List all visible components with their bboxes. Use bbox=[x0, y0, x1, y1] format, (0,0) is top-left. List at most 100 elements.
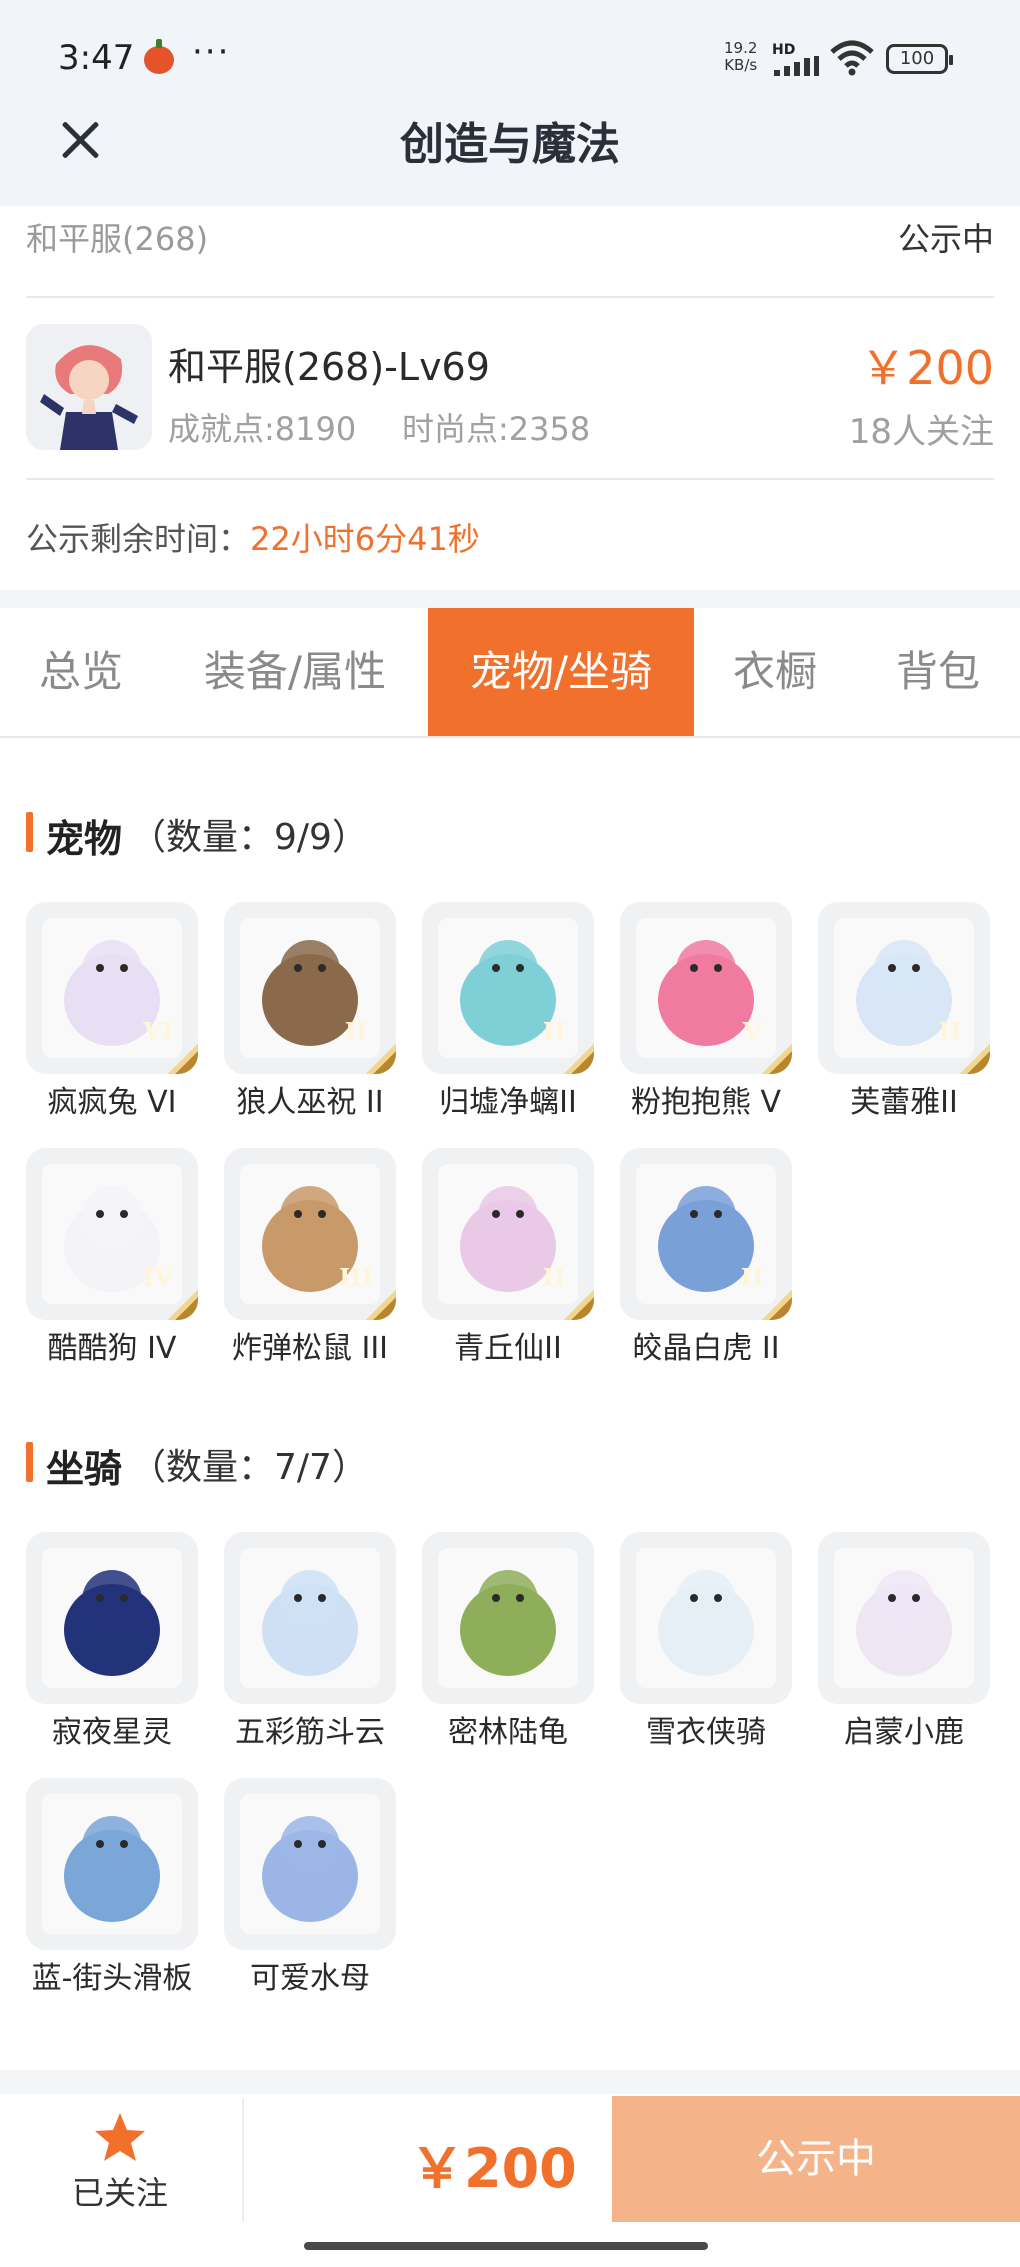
mount-name: 可爱水母 bbox=[250, 1961, 370, 1996]
mount-item[interactable]: 蓝-街头滑板 bbox=[26, 1778, 198, 2002]
star-spirit-icon bbox=[42, 1548, 182, 1688]
listing-price: ￥200 bbox=[860, 341, 994, 395]
tab-wardrobe[interactable]: 衣橱 bbox=[700, 608, 850, 736]
tab-equipment[interactable]: 装备/属性 bbox=[168, 608, 422, 736]
mount-thumbnail bbox=[422, 1532, 594, 1704]
net-speed-unit: KB/s bbox=[724, 56, 758, 74]
divider bbox=[26, 296, 994, 298]
bottom-action-bar: 已关注 ￥200 公示中 bbox=[0, 2094, 1020, 2224]
tab-pets-mounts[interactable]: 宠物/坐骑 bbox=[428, 608, 694, 736]
mount-item[interactable]: 可爱水母 bbox=[224, 1778, 396, 2002]
pet-item[interactable]: II 皎晶白虎 II bbox=[620, 1148, 792, 1372]
pet-thumbnail: III bbox=[224, 1148, 396, 1320]
server-row: 和平服(268) 公示中 bbox=[26, 210, 994, 270]
pet-name: 炸弹松鼠 III bbox=[231, 1331, 389, 1366]
status-time: 3:47 bbox=[58, 38, 135, 78]
jellyfish-icon bbox=[240, 1794, 380, 1934]
pet-name: 皎晶白虎 II bbox=[632, 1331, 780, 1366]
net-speed: 19.2 KB/s bbox=[724, 40, 757, 74]
home-indicator[interactable] bbox=[304, 2242, 708, 2250]
pet-thumbnail: II bbox=[422, 902, 594, 1074]
pet-item[interactable]: V 粉抱抱熊 V bbox=[620, 902, 792, 1126]
divider bbox=[26, 478, 994, 480]
mount-item[interactable]: 五彩筋斗云 bbox=[224, 1532, 396, 1756]
mounts-title: 坐骑 bbox=[46, 1447, 123, 1491]
pet-name: 粉抱抱熊 V bbox=[630, 1085, 782, 1120]
tab-overview[interactable]: 总览 bbox=[0, 608, 162, 736]
mount-item[interactable]: 雪衣侠骑 bbox=[620, 1532, 792, 1756]
pet-item[interactable]: II 青丘仙II bbox=[422, 1148, 594, 1372]
follower-count: 18人关注 bbox=[848, 412, 994, 452]
pet-thumbnail: V bbox=[620, 902, 792, 1074]
rank-badge: III bbox=[330, 1252, 396, 1320]
remaining-time-label: 公示剩余时间： bbox=[26, 520, 251, 558]
mount-name: 蓝-街头滑板 bbox=[31, 1961, 193, 1996]
rank-badge-text: IV bbox=[143, 1263, 173, 1292]
section-gap bbox=[0, 2070, 1020, 2094]
rank-badge-text: II bbox=[542, 1263, 566, 1292]
cloud-icon bbox=[240, 1548, 380, 1688]
pets-count: （数量：9/9） bbox=[130, 817, 368, 858]
section-accent-bar bbox=[26, 812, 33, 852]
pet-item[interactable]: II 芙蕾雅II bbox=[818, 902, 990, 1126]
pet-name: 酷酷狗 IV bbox=[47, 1331, 177, 1366]
mount-thumbnail bbox=[620, 1532, 792, 1704]
rank-badge: II bbox=[528, 1006, 594, 1074]
pet-thumbnail: II bbox=[422, 1148, 594, 1320]
mount-item[interactable]: 寂夜星灵 bbox=[26, 1532, 198, 1756]
section-accent-bar bbox=[26, 1442, 33, 1482]
tab-bar: 总览 装备/属性 宠物/坐骑 衣橱 背包 bbox=[0, 608, 1020, 738]
mount-name: 雪衣侠骑 bbox=[646, 1715, 766, 1750]
rank-badge-text: III bbox=[339, 1263, 373, 1292]
follow-button[interactable]: 已关注 bbox=[0, 2094, 240, 2224]
tortoise-icon bbox=[438, 1548, 578, 1688]
rank-badge: II bbox=[924, 1006, 990, 1074]
page-title: 创造与魔法 bbox=[400, 119, 620, 170]
pet-thumbnail: VI bbox=[26, 902, 198, 1074]
pet-thumbnail: IV bbox=[26, 1148, 198, 1320]
server-name: 和平服(268) bbox=[26, 220, 209, 258]
battery-indicator: 100 bbox=[886, 44, 953, 74]
pet-item[interactable]: III 炸弹松鼠 III bbox=[224, 1148, 396, 1372]
pets-section-header: 宠物 （数量：9/9） bbox=[26, 808, 626, 861]
tab-backpack[interactable]: 背包 bbox=[856, 608, 1020, 736]
mount-thumbnail bbox=[26, 1532, 198, 1704]
status-bar: 3:47 ··· 19.2 KB/s HD 100 bbox=[0, 0, 1020, 120]
bottom-price: ￥200 bbox=[410, 2137, 577, 2200]
mount-thumbnail bbox=[26, 1778, 198, 1950]
rank-badge: V bbox=[726, 1006, 792, 1074]
mount-thumbnail bbox=[224, 1778, 396, 1950]
pet-item[interactable]: II 狼人巫祝 II bbox=[224, 902, 396, 1126]
rank-badge-text: II bbox=[740, 1263, 764, 1292]
mount-item[interactable]: 密林陆龟 bbox=[422, 1532, 594, 1756]
pet-thumbnail: II bbox=[818, 902, 990, 1074]
mounts-section-header: 坐骑 （数量：7/7） bbox=[26, 1438, 626, 1491]
rank-badge-text: II bbox=[542, 1017, 566, 1046]
divider bbox=[242, 2098, 244, 2222]
pumpkin-icon bbox=[144, 39, 174, 74]
remaining-time-value: 22小时6分41秒 bbox=[250, 520, 480, 558]
section-gap bbox=[0, 590, 1020, 608]
rank-badge: II bbox=[528, 1252, 594, 1320]
pet-name: 狼人巫祝 II bbox=[236, 1085, 384, 1120]
pet-item[interactable]: VI 疯疯兔 VI bbox=[26, 902, 198, 1126]
pet-thumbnail: II bbox=[224, 902, 396, 1074]
achievement-points: 成就点:8190 bbox=[168, 410, 357, 448]
mount-item[interactable]: 启蒙小鹿 bbox=[818, 1532, 990, 1756]
net-speed-value: 19.2 bbox=[724, 39, 758, 57]
rank-badge-text: II bbox=[938, 1017, 962, 1046]
status-button[interactable]: 公示中 bbox=[612, 2096, 1020, 2222]
pet-name: 归墟净螭II bbox=[439, 1085, 577, 1120]
pet-item[interactable]: II 归墟净螭II bbox=[422, 902, 594, 1126]
mount-name: 五彩筋斗云 bbox=[235, 1715, 385, 1750]
signal-icon bbox=[774, 56, 819, 76]
rank-badge-text: II bbox=[344, 1017, 368, 1046]
mount-name: 密林陆龟 bbox=[448, 1715, 568, 1750]
rank-badge: IV bbox=[132, 1252, 198, 1320]
top-bar: 3:47 ··· 19.2 KB/s HD 100 创造与魔法 bbox=[0, 0, 1020, 206]
horse-icon bbox=[636, 1548, 776, 1688]
pet-item[interactable]: IV 酷酷狗 IV bbox=[26, 1148, 198, 1372]
rank-badge-text: VI bbox=[143, 1017, 173, 1046]
rank-badge: II bbox=[330, 1006, 396, 1074]
pet-name: 芙蕾雅II bbox=[850, 1085, 958, 1120]
